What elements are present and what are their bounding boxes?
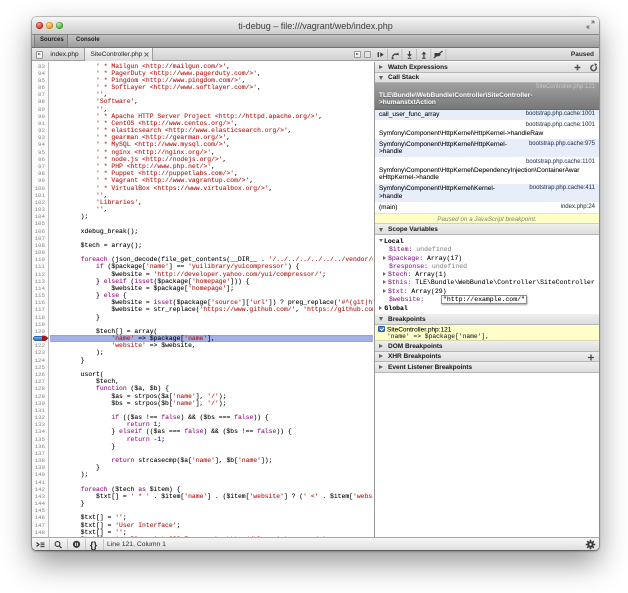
svg-text:{}: {}: [90, 540, 98, 550]
